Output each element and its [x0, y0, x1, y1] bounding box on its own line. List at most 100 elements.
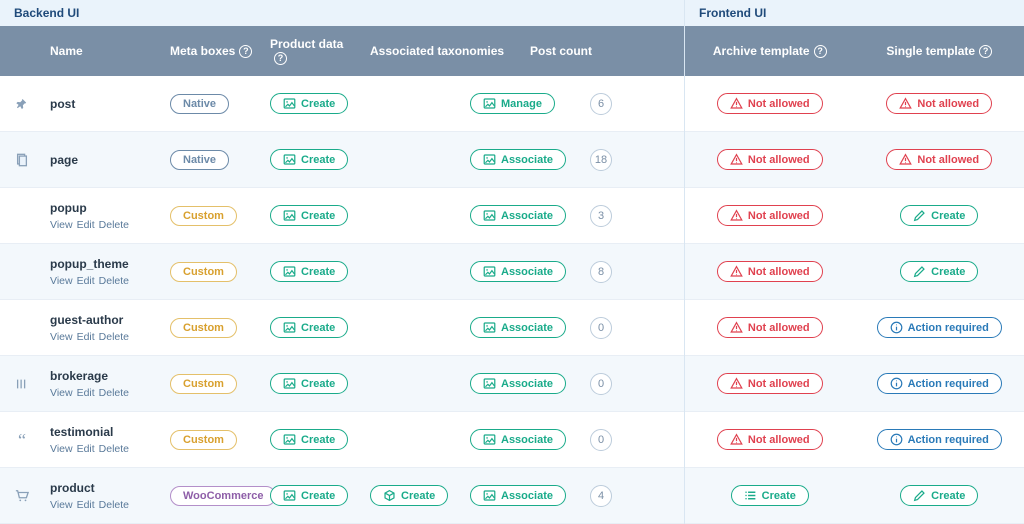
delete-link[interactable]: Delete	[99, 331, 129, 343]
table-row: Not allowed Not allowed	[685, 76, 1024, 132]
action-required-badge: Action required	[877, 429, 1002, 450]
custom-badge: Custom	[170, 206, 237, 226]
associate-button[interactable]: Associate	[470, 261, 566, 282]
create-button[interactable]: Create	[270, 429, 348, 450]
row-type-icon	[0, 152, 44, 167]
delete-link[interactable]: Delete	[99, 219, 129, 231]
header-name: Name	[44, 44, 164, 58]
backend-panel: Backend UI Name Meta boxes? Product data…	[0, 0, 684, 524]
edit-link[interactable]: Edit	[77, 331, 95, 343]
delete-link[interactable]: Delete	[99, 275, 129, 287]
post-type-name: page	[50, 153, 158, 167]
create-button[interactable]: Create	[270, 261, 348, 282]
frontend-header: Archive template? Single template?	[685, 26, 1024, 76]
header-archive: Archive template?	[685, 44, 855, 58]
header-single: Single template?	[855, 44, 1024, 58]
associate-button[interactable]: Associate	[470, 149, 566, 170]
post-type-name: popup	[50, 201, 158, 215]
table-row: page Native Create Associate 18	[0, 132, 684, 188]
delete-link[interactable]: Delete	[99, 387, 129, 399]
edit-link[interactable]: Edit	[77, 499, 95, 511]
row-type-icon: “	[0, 431, 44, 449]
manage-button[interactable]: Manage	[470, 93, 555, 114]
not-allowed-badge: Not allowed	[717, 93, 823, 114]
not-allowed-badge: Not allowed	[717, 261, 823, 282]
create-archive-button[interactable]: Create	[731, 485, 809, 506]
help-icon[interactable]: ?	[274, 52, 287, 65]
table-row: popup_themeViewEditDelete Custom Create …	[0, 244, 684, 300]
create-template-button[interactable]: Create	[900, 261, 978, 282]
table-row: brokerageViewEditDelete Custom Create As…	[0, 356, 684, 412]
table-row: Not allowed Action required	[685, 356, 1024, 412]
create-button[interactable]: Create	[270, 205, 348, 226]
view-link[interactable]: View	[50, 443, 73, 455]
not-allowed-badge: Not allowed	[717, 373, 823, 394]
table-row: Not allowed Create	[685, 244, 1024, 300]
row-type-icon	[0, 376, 44, 391]
post-type-name: popup_theme	[50, 257, 158, 271]
native-badge: Native	[170, 150, 229, 170]
associate-button[interactable]: Associate	[470, 429, 566, 450]
header-meta: Meta boxes?	[164, 44, 264, 58]
create-button[interactable]: Create	[270, 149, 348, 170]
post-type-name: brokerage	[50, 369, 158, 383]
view-link[interactable]: View	[50, 331, 73, 343]
post-count: 18	[590, 149, 612, 171]
edit-link[interactable]: Edit	[77, 219, 95, 231]
edit-link[interactable]: Edit	[77, 387, 95, 399]
create-template-button[interactable]: Create	[900, 485, 978, 506]
create-button[interactable]: Create	[270, 373, 348, 394]
view-link[interactable]: View	[50, 387, 73, 399]
create-button[interactable]: Create	[270, 485, 348, 506]
woocommerce-badge: WooCommerce	[170, 486, 276, 506]
post-count: 0	[590, 373, 612, 395]
table-row: product View Edit Delete WooCommerce Create…	[0, 468, 684, 524]
associate-button[interactable]: Associate	[470, 373, 566, 394]
table-row: guest-authorViewEditDelete Custom Create…	[0, 300, 684, 356]
post-count: 6	[590, 93, 612, 115]
action-required-badge: Action required	[877, 373, 1002, 394]
help-icon[interactable]: ?	[979, 45, 992, 58]
row-actions: View Edit Delete	[50, 497, 158, 511]
post-type-name: product	[50, 481, 158, 495]
associate-button[interactable]: Associate	[470, 317, 566, 338]
custom-badge: Custom	[170, 262, 237, 282]
custom-badge: Custom	[170, 430, 237, 450]
not-allowed-badge: Not allowed	[717, 317, 823, 338]
associate-button[interactable]: Associate	[470, 205, 566, 226]
row-actions: View Edit Delete	[50, 273, 158, 287]
edit-link[interactable]: Edit	[77, 443, 95, 455]
action-required-badge: Action required	[877, 317, 1002, 338]
not-allowed-badge: Not allowed	[886, 149, 992, 170]
delete-link[interactable]: Delete	[99, 443, 129, 455]
create-button[interactable]: Create	[270, 93, 348, 114]
post-type-name: guest-author	[50, 313, 158, 327]
edit-link[interactable]: Edit	[77, 275, 95, 287]
view-link[interactable]: View	[50, 219, 73, 231]
row-actions: View Edit Delete	[50, 329, 158, 343]
row-actions: View Edit Delete	[50, 441, 158, 455]
row-type-icon	[0, 488, 44, 503]
post-count: 0	[590, 317, 612, 339]
associate-button[interactable]: Associate	[470, 485, 566, 506]
create-button[interactable]: Create	[270, 317, 348, 338]
post-type-name: testimonial	[50, 425, 158, 439]
delete-link[interactable]: Delete	[99, 499, 129, 511]
view-link[interactable]: View	[50, 499, 73, 511]
native-badge: Native	[170, 94, 229, 114]
help-icon[interactable]: ?	[239, 45, 252, 58]
create-product-data-button[interactable]: Create	[370, 485, 448, 506]
create-template-button[interactable]: Create	[900, 205, 978, 226]
table-row: Create Create	[685, 468, 1024, 524]
not-allowed-badge: Not allowed	[717, 205, 823, 226]
table-row: Not allowed Not allowed	[685, 132, 1024, 188]
table-row: Not allowed Action required	[685, 300, 1024, 356]
header-count: Post count	[524, 44, 624, 58]
row-type-icon	[0, 96, 44, 111]
post-count: 8	[590, 261, 612, 283]
not-allowed-badge: Not allowed	[717, 429, 823, 450]
frontend-title: Frontend UI	[685, 0, 1024, 26]
help-icon[interactable]: ?	[814, 45, 827, 58]
table-row: Not allowed Create	[685, 188, 1024, 244]
view-link[interactable]: View	[50, 275, 73, 287]
